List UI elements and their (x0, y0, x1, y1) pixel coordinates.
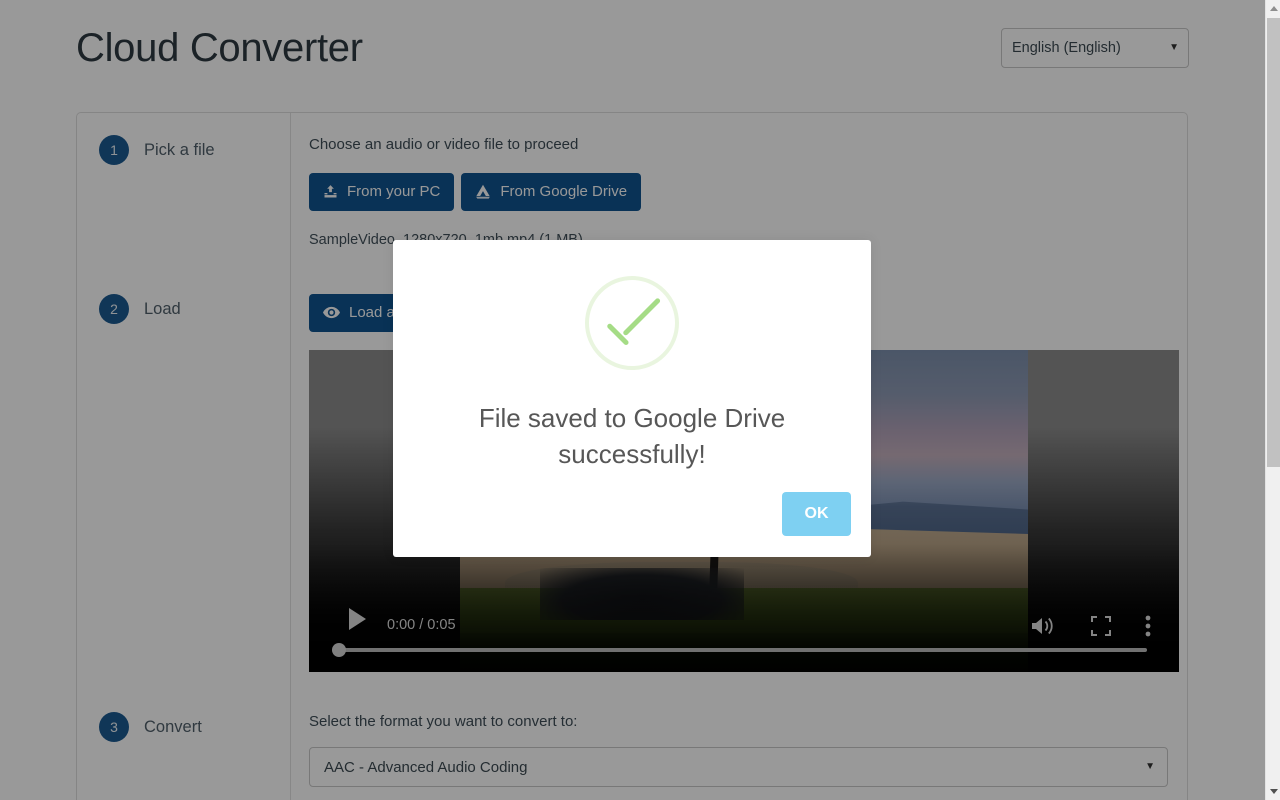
scrollbar-up-arrow[interactable] (1266, 0, 1280, 17)
success-check-icon (585, 276, 679, 370)
modal-ok-button[interactable]: OK (782, 492, 851, 536)
scrollbar-thumb[interactable] (1267, 18, 1280, 467)
modal-message: File saved to Google Drive successfully! (478, 403, 786, 469)
vertical-scrollbar[interactable] (1265, 0, 1280, 800)
scrollbar-down-arrow[interactable] (1266, 783, 1280, 800)
check-stroke-long (622, 297, 662, 337)
modal-actions: OK (782, 492, 851, 536)
success-modal: File saved to Google Drive successfully!… (393, 240, 871, 557)
